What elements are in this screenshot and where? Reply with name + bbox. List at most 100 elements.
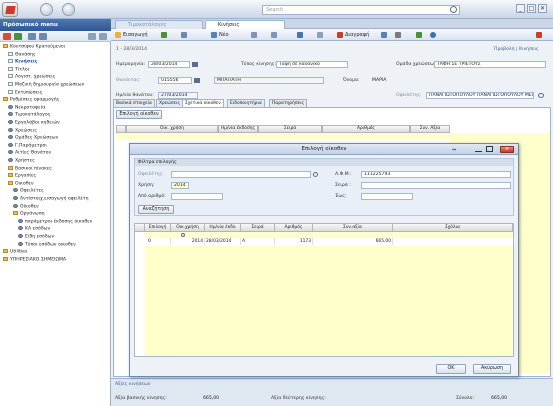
refresh-button[interactable]: [161, 31, 169, 39]
from-number-field[interactable]: [171, 193, 223, 200]
afm-field[interactable]: 111225793: [361, 171, 511, 178]
tree-item[interactable]: Utilities: [3, 249, 27, 255]
year-field[interactable]: 2014: [171, 182, 189, 189]
tree-item[interactable]: Οφειλέτες: [13, 188, 44, 194]
tree-item[interactable]: Χρεώσεις: [8, 127, 37, 134]
group-select[interactable]: ΤΑΦΗ ΣΕ ΤΡΙΕΤΟΥΣ: [434, 61, 546, 68]
search-input[interactable]: Search: [262, 5, 460, 15]
select-oikothen-button[interactable]: Επιλογή οίκοθεν: [116, 110, 162, 119]
tree-item[interactable]: Βασικοί πίνακες: [8, 165, 52, 172]
options-icon[interactable]: [99, 33, 107, 40]
cell-year: 2014: [171, 238, 205, 245]
tree-item[interactable]: Θανάσης: [8, 51, 36, 58]
tab-related[interactable]: Σχετικά οίκοθεν: [182, 99, 224, 107]
insert-button[interactable]: Εισαγωγή: [115, 31, 148, 39]
tree-item[interactable]: παράμετροι έκδοσης οικοθεν: [18, 218, 92, 225]
tree-item[interactable]: Ομάδες Χρεώσεων: [8, 135, 58, 141]
tree-item[interactable]: Αιτίες Θανάτου: [8, 150, 51, 156]
tab-basic[interactable]: Βασικά στοιχεία: [113, 99, 155, 107]
search-icon[interactable]: [450, 6, 457, 13]
tree-item[interactable]: Οίκοθεν: [13, 203, 39, 210]
up-icon[interactable]: [28, 33, 36, 40]
gear-icon: [18, 241, 23, 246]
debtor-field[interactable]: ΠΑΝΑΓΙΩΤΟΠΟΥΛΟΥ ΠΑΝΑΓΙΩΤΟΠΟΥΛΟΥ ΜΕΛΠΟΜΕΝ…: [426, 92, 534, 99]
calendar-icon[interactable]: [192, 62, 198, 67]
to-number-field[interactable]: [361, 193, 413, 200]
maximize-icon[interactable]: [486, 146, 493, 152]
tree-item[interactable]: ΥΠΗΡΕΣΙΑΚΟ ΣΗΜΕΙΩΜΑ: [3, 256, 66, 263]
excel-button[interactable]: [416, 31, 424, 39]
tree-item[interactable]: Τίτλοι: [8, 66, 29, 73]
help-button[interactable]: [430, 31, 438, 39]
save-button[interactable]: [381, 31, 389, 39]
doc-icon: [8, 89, 13, 94]
tree-item[interactable]: Εργασίες: [8, 173, 36, 179]
table-row[interactable]: 0 2014 28/03/2014 Α 1173 665,00: [145, 238, 513, 245]
tree-item[interactable]: Αντίστοιχ.εισαγωγή οφειλέτη: [13, 196, 89, 202]
search-icon[interactable]: [313, 172, 318, 177]
group-label: Ομάδα χρεώσεων:: [396, 62, 439, 67]
add-icon[interactable]: [14, 33, 22, 40]
minimize-button[interactable]: _: [516, 4, 525, 13]
movement-type-select[interactable]: Ταφή σε κανονικό: [276, 61, 348, 68]
delete-button[interactable]: Διαγραφή: [337, 31, 369, 39]
ok-button[interactable]: OK: [436, 364, 466, 374]
nav-prev-button[interactable]: [251, 31, 259, 39]
gear-icon: [13, 196, 18, 200]
new-button[interactable]: Νέο: [211, 31, 229, 39]
cell-select[interactable]: 0: [147, 238, 171, 245]
close-form-button[interactable]: [536, 31, 544, 39]
tree-item[interactable]: Ρυθμίσεις εφαρμογής: [3, 97, 59, 103]
filter-group: Φίλτρα επιλογής Οφειλέτης: Α.Φ.Μ.: 11122…: [134, 158, 514, 216]
folder-icon: [13, 211, 18, 216]
deceased-code-field[interactable]: 015556: [158, 77, 192, 84]
series-field[interactable]: [361, 182, 511, 189]
tree-item[interactable]: Χρήστες: [8, 158, 35, 164]
view-links[interactable]: Προβολή | Κινήσεις: [494, 47, 539, 52]
date-field[interactable]: 28/03/2014: [148, 61, 190, 68]
tree-item[interactable]: Τύποι εσόδων οικοθεν: [18, 241, 76, 248]
refresh-icon: [161, 31, 167, 38]
tree-item[interactable]: ΚΑ εσόδων: [18, 226, 50, 232]
delete-icon[interactable]: [3, 33, 11, 40]
tree-item[interactable]: Κινήσεις: [8, 59, 37, 65]
print-button[interactable]: [395, 31, 403, 39]
resize-icon[interactable]: ⇔: [452, 147, 458, 153]
tree-item[interactable]: Γ.Παράμετροι: [8, 142, 47, 149]
tree-item[interactable]: Νεκροταφεία: [8, 104, 45, 111]
maximize-button[interactable]: □: [527, 4, 536, 13]
tree-item-label: Λογιστ. χρεώσεις: [15, 74, 56, 80]
info-button[interactable]: [297, 31, 305, 39]
search-icon[interactable]: [538, 93, 544, 98]
nav-next-button[interactable]: [271, 31, 279, 39]
attach-button[interactable]: [317, 31, 325, 39]
tab-notices[interactable]: Ειδοποιητήρια: [227, 99, 265, 107]
tab-remarks[interactable]: Παρατηρήσεις: [269, 99, 308, 107]
search-button[interactable]: Αναζήτηση: [138, 205, 174, 214]
home-icon[interactable]: [62, 3, 75, 16]
tree-item[interactable]: Κουτσίφου Κρατούμενοι: [3, 44, 65, 50]
tree-item[interactable]: Εκτυπώσεις: [8, 89, 42, 96]
app-logo[interactable]: [2, 2, 18, 17]
tree-item[interactable]: Οργάνωση: [13, 211, 45, 217]
tree-item[interactable]: Είδη εσόδων: [18, 234, 54, 240]
dlg-debtor-field[interactable]: [171, 171, 311, 178]
tree-item[interactable]: Εργολάβοι κηδειών: [8, 120, 60, 126]
tree-item[interactable]: Οικοθεν: [8, 180, 34, 187]
dialog-close-button[interactable]: ✕: [500, 146, 514, 153]
lookup-icon[interactable]: [194, 78, 200, 83]
down-icon[interactable]: [39, 33, 47, 40]
edit-button[interactable]: [181, 31, 189, 39]
tab-charges[interactable]: Χρεώσεις: [156, 99, 184, 107]
minimize-icon[interactable]: [475, 147, 482, 152]
tree-item[interactable]: Λογιστ. χρεώσεις: [8, 74, 55, 80]
gear-icon: [8, 142, 13, 147]
tree-item[interactable]: Μαζική δημιουργία χρεώσεων: [8, 82, 84, 88]
cancel-button[interactable]: Ακύρωση: [473, 364, 511, 374]
back-icon[interactable]: [40, 3, 53, 16]
tab-pricelist[interactable]: Τιμοκατάλογος: [115, 20, 203, 29]
tab-movements[interactable]: Κινήσεις: [205, 20, 285, 29]
pin-icon[interactable]: [88, 33, 96, 40]
close-button[interactable]: ✕: [538, 4, 547, 13]
tree-item[interactable]: Τιμοκατάλογος: [8, 112, 50, 118]
